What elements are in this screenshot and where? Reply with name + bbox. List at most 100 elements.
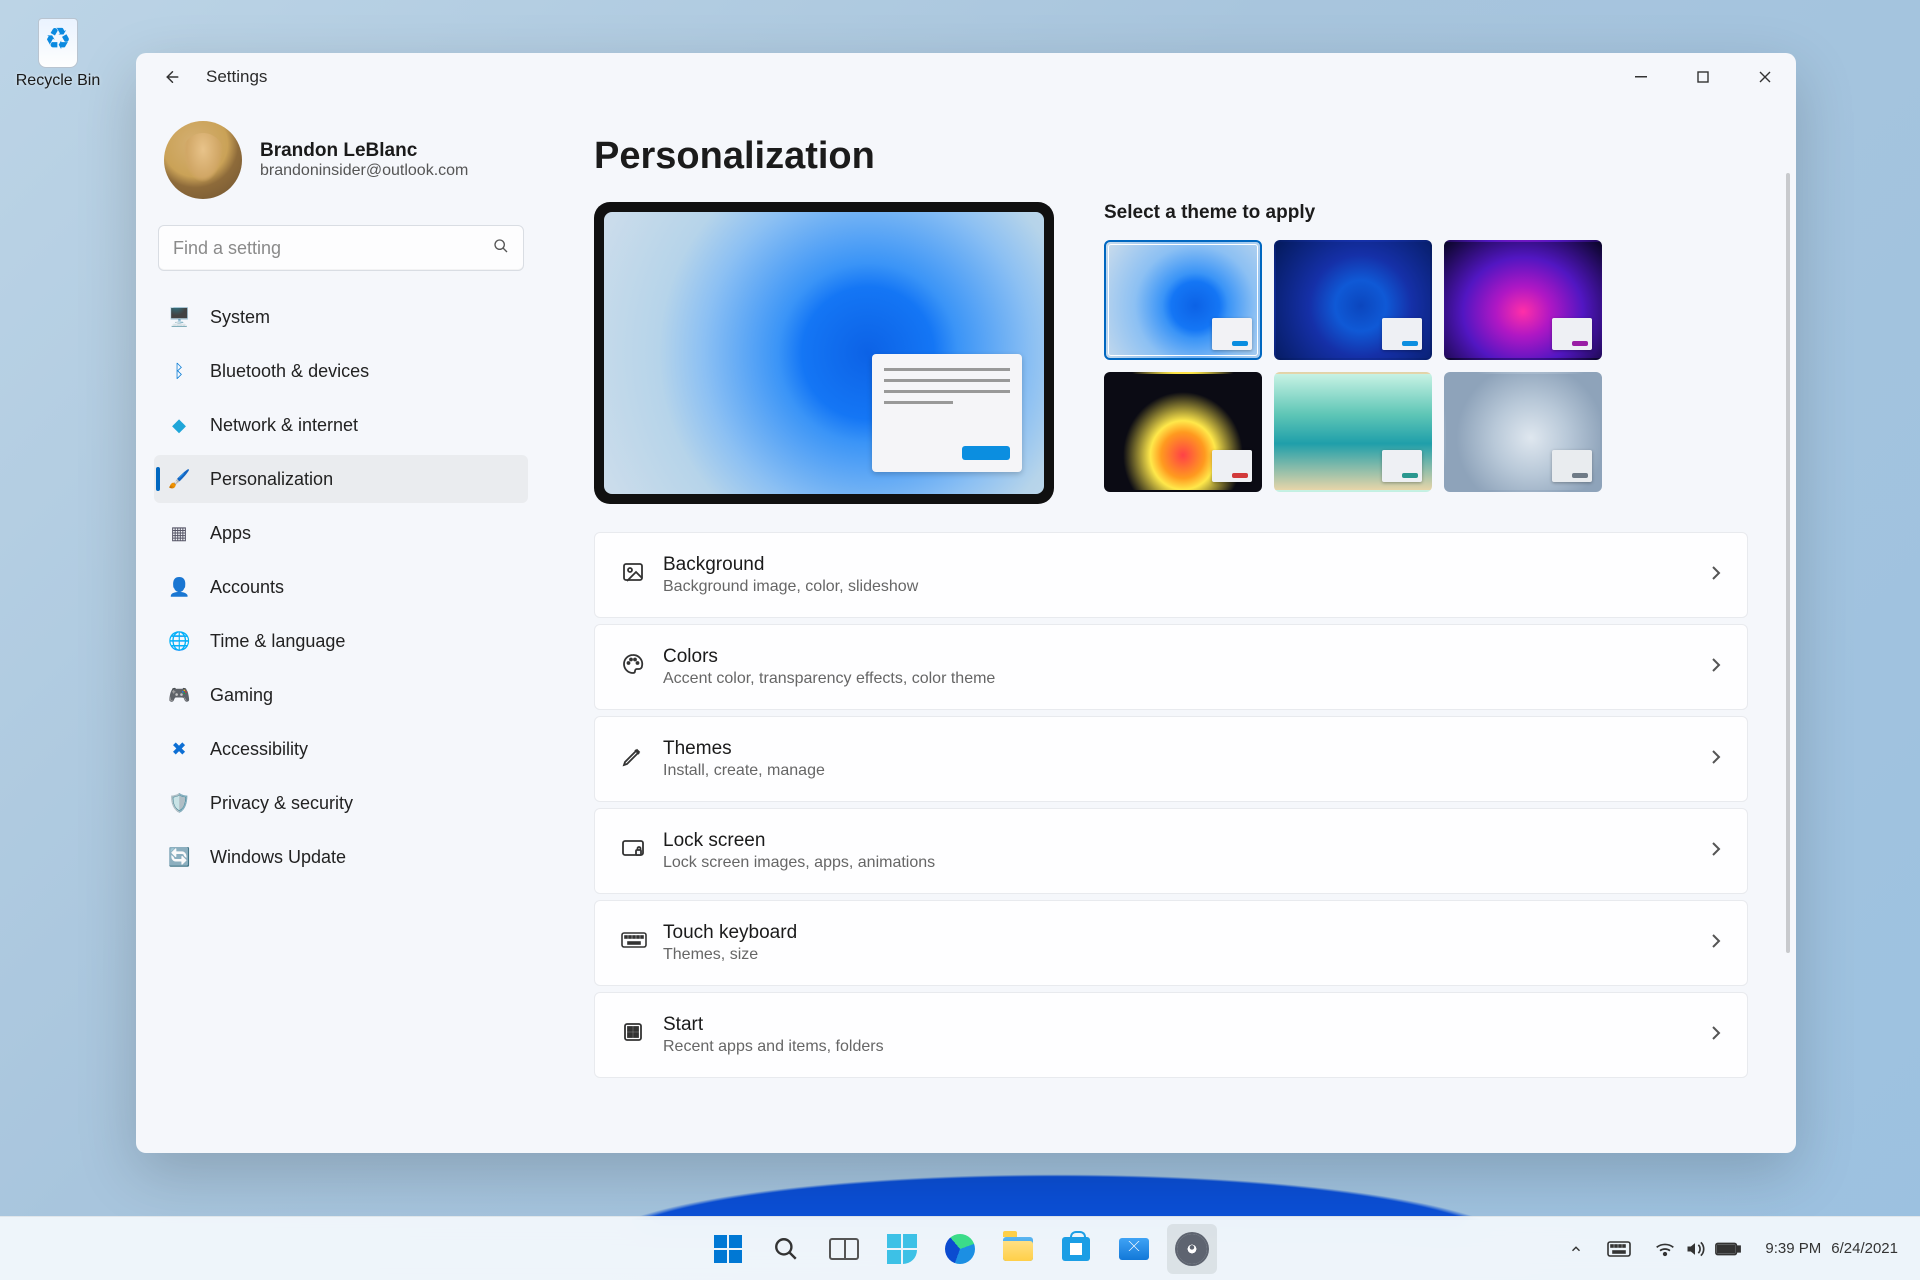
sidebar-item-gaming[interactable]: 🎮Gaming (154, 671, 528, 719)
theme-preview-frame (594, 202, 1054, 504)
nav-label: Bluetooth & devices (210, 361, 369, 382)
sidebar-item-network-internet[interactable]: ◆ Network & internet (154, 401, 528, 449)
theme-tile-window-icon (1212, 318, 1252, 350)
taskbar-search-button[interactable] (761, 1224, 811, 1274)
nav-label: System (210, 307, 270, 328)
nav-icon: 🔄 (168, 847, 190, 868)
nav-label: Apps (210, 523, 251, 544)
task-view-button[interactable] (819, 1224, 869, 1274)
edge-button[interactable] (935, 1224, 985, 1274)
card-title: Start (663, 1014, 1711, 1036)
wifi-icon (1655, 1241, 1675, 1257)
theme-preview-accent (962, 446, 1010, 460)
sidebar-item-windows-update[interactable]: 🔄Windows Update (154, 833, 528, 881)
avatar (164, 121, 242, 199)
user-email: brandoninsider@outlook.com (260, 162, 468, 180)
close-button[interactable] (1734, 53, 1796, 101)
card-subtitle: Themes, size (663, 946, 1711, 964)
theme-tile-3[interactable] (1444, 240, 1602, 360)
taskbar-clock[interactable]: 9:39 PM 6/24/2021 (1755, 1236, 1908, 1262)
nav-label: Network & internet (210, 415, 358, 436)
theme-tile-window-icon (1382, 318, 1422, 350)
nav-label: Privacy & security (210, 793, 353, 814)
card-title: Colors (663, 646, 1711, 668)
tray-input-indicator[interactable] (1597, 1235, 1641, 1263)
theme-tile-6[interactable] (1444, 372, 1602, 492)
card-subtitle: Install, create, manage (663, 762, 1711, 780)
start-button[interactable] (703, 1224, 753, 1274)
mail-button[interactable] (1109, 1224, 1159, 1274)
sidebar-item-privacy-security[interactable]: 🛡️Privacy & security (154, 779, 528, 827)
widgets-button[interactable] (877, 1224, 927, 1274)
minimize-button[interactable] (1610, 53, 1672, 101)
image-icon (621, 560, 663, 590)
sidebar-item-apps[interactable]: ▦ Apps (154, 509, 528, 557)
nav-icon: ᛒ (168, 361, 190, 382)
theme-tile-window-icon (1552, 450, 1592, 482)
battery-icon (1715, 1241, 1741, 1257)
theme-tile-4[interactable] (1104, 372, 1262, 492)
setting-card-themes[interactable]: ThemesInstall, create, manage (594, 716, 1748, 802)
card-title: Lock screen (663, 830, 1711, 852)
clock-date: 6/24/2021 (1831, 1240, 1898, 1258)
theme-preview-window (872, 354, 1022, 472)
keyboard-icon (621, 930, 663, 956)
setting-card-background[interactable]: BackgroundBackground image, color, slide… (594, 532, 1748, 618)
taskbar-pinned (703, 1224, 1217, 1274)
start-icon (621, 1020, 663, 1050)
card-title: Touch keyboard (663, 922, 1711, 944)
theme-tile-5[interactable] (1274, 372, 1432, 492)
nav-icon: 👤 (168, 577, 190, 598)
chevron-right-icon (1711, 750, 1721, 769)
setting-card-lock-screen[interactable]: Lock screenLock screen images, apps, ani… (594, 808, 1748, 894)
nav-label: Accounts (210, 577, 284, 598)
store-button[interactable] (1051, 1224, 1101, 1274)
nav-label: Time & language (210, 631, 345, 652)
desktop-icon-recycle-bin[interactable]: Recycle Bin (10, 10, 106, 90)
maximize-button[interactable] (1672, 53, 1734, 101)
sidebar-item-accessibility[interactable]: ✖Accessibility (154, 725, 528, 773)
setting-card-colors[interactable]: ColorsAccent color, transparency effects… (594, 624, 1748, 710)
user-name: Brandon LeBlanc (260, 140, 468, 162)
nav-icon: ◆ (168, 415, 190, 436)
page-title: Personalization (566, 117, 1776, 202)
sidebar-item-system[interactable]: 🖥️ System (154, 293, 528, 341)
search-icon (493, 238, 509, 259)
nav-icon: 🖥️ (168, 307, 190, 328)
theme-tile-window-icon (1382, 450, 1422, 482)
setting-card-touch-keyboard[interactable]: Touch keyboard Themes, size (594, 900, 1748, 986)
chevron-right-icon (1711, 934, 1721, 953)
theme-tile-window-icon (1212, 450, 1252, 482)
settings-window: Settings Brandon LeBlanc brandoninsider@… (136, 53, 1796, 1153)
taskbar: 9:39 PM 6/24/2021 (0, 1216, 1920, 1280)
account-header[interactable]: Brandon LeBlanc brandoninsider@outlook.c… (150, 109, 532, 215)
system-tray: 9:39 PM 6/24/2021 (1559, 1234, 1908, 1264)
card-subtitle: Recent apps and items, folders (663, 1038, 1711, 1056)
theme-tile-window-icon (1552, 318, 1592, 350)
clock-time: 9:39 PM (1765, 1240, 1821, 1258)
nav-icon: ▦ (168, 523, 190, 544)
pen-icon (621, 744, 663, 774)
nav-icon: 🌐 (168, 631, 190, 652)
theme-tile-1[interactable] (1104, 240, 1262, 360)
file-explorer-button[interactable] (993, 1224, 1043, 1274)
recycle-bin-label: Recycle Bin (10, 72, 106, 90)
setting-card-start[interactable]: Start Recent apps and items, folders (594, 992, 1748, 1078)
theme-tile-2[interactable] (1274, 240, 1432, 360)
tray-quick-settings[interactable] (1645, 1234, 1751, 1264)
nav-label: Gaming (210, 685, 273, 706)
sidebar-item-accounts[interactable]: 👤 Accounts (154, 563, 528, 611)
settings-taskbar-button[interactable] (1167, 1224, 1217, 1274)
theme-selector: Select a theme to apply (1104, 202, 1776, 504)
sidebar-item-time-language[interactable]: 🌐 Time & language (154, 617, 528, 665)
tray-overflow-button[interactable] (1559, 1236, 1593, 1262)
volume-icon (1685, 1240, 1705, 1258)
nav-icon: ✖ (168, 739, 190, 760)
sidebar-item-bluetooth-devices[interactable]: ᛒ Bluetooth & devices (154, 347, 528, 395)
settings-sidebar: Brandon LeBlanc brandoninsider@outlook.c… (136, 101, 546, 1153)
search-input[interactable]: Find a setting (158, 225, 524, 271)
scrollbar[interactable] (1786, 173, 1790, 953)
sidebar-item-personalization[interactable]: 🖌️Personalization (154, 455, 528, 503)
back-button[interactable] (154, 60, 188, 94)
chevron-right-icon (1711, 658, 1721, 677)
